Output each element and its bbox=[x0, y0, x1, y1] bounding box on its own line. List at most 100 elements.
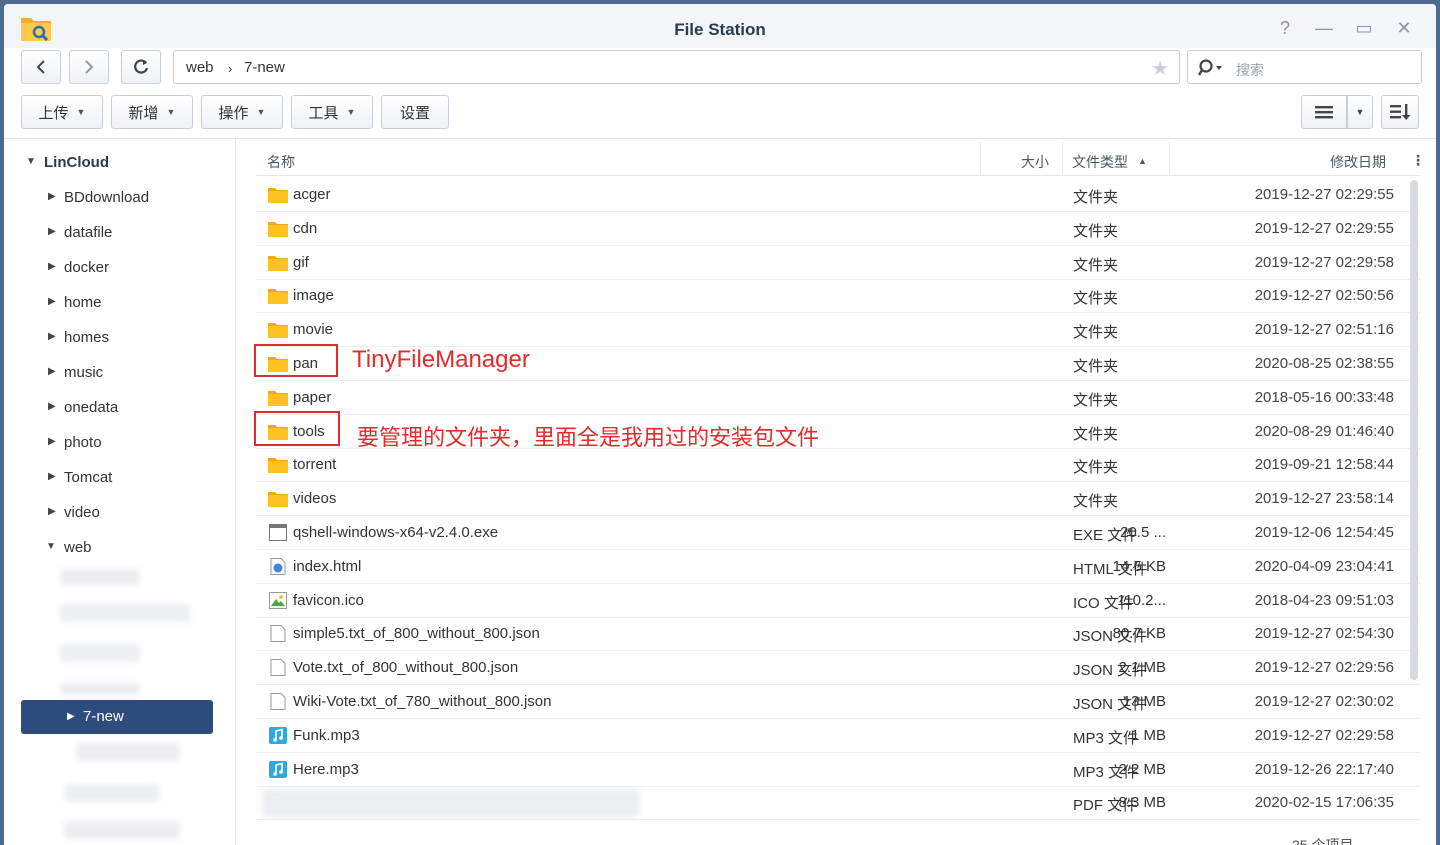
collapsed-arrow-icon[interactable]: ▶ bbox=[48, 436, 56, 447]
table-row[interactable]: Funk.mp3 1 MB MP3 文件 2019-12-27 02:29:58 bbox=[256, 719, 1420, 753]
file-type: ICO 文件 bbox=[1073, 594, 1134, 612]
breadcrumb-web[interactable]: web bbox=[186, 59, 214, 76]
view-mode-dropdown[interactable]: ▼ bbox=[1347, 95, 1373, 129]
expanded-arrow-icon[interactable]: ▼ bbox=[26, 156, 36, 167]
table-row[interactable]: Here.mp3 2.2 MB MP3 文件 2019-12-26 22:17:40 bbox=[256, 753, 1420, 787]
star-icon[interactable]: ★ bbox=[1151, 56, 1169, 81]
obscured-item bbox=[60, 644, 140, 662]
sort-ascending-icon: ▲ bbox=[1138, 156, 1147, 166]
table-row[interactable]: Vote.txt_of_800_without_800.json 2.1 MB JS… bbox=[256, 651, 1420, 686]
help-icon[interactable]: ? bbox=[1271, 16, 1299, 40]
file-modified-date: 2020-02-15 17:06:35 bbox=[1254, 794, 1394, 812]
sidebar-item-photo[interactable]: ▶ photo bbox=[4, 428, 236, 458]
column-header-name[interactable]: 名称 bbox=[267, 152, 295, 172]
sort-button[interactable] bbox=[1381, 95, 1419, 129]
collapsed-arrow-icon[interactable]: ▶ bbox=[48, 401, 56, 412]
expanded-arrow-icon[interactable]: ▼ bbox=[46, 541, 56, 552]
sort-icon bbox=[1390, 104, 1411, 120]
table-row[interactable]: Wiki-Vote.txt_of_780_without_800.json 13 … bbox=[256, 685, 1420, 719]
sidebar-item-tomcat[interactable]: ▶ Tomcat bbox=[4, 463, 236, 493]
sidebar-item-7-new[interactable]: ▶ 7-new bbox=[21, 700, 213, 734]
settings-button[interactable]: 设置 bbox=[381, 95, 449, 129]
tree-root-label: LinCloud bbox=[44, 154, 109, 171]
refresh-button[interactable] bbox=[121, 50, 161, 84]
minimize-icon[interactable]: — bbox=[1310, 16, 1338, 40]
collapsed-arrow-icon[interactable]: ▶ bbox=[67, 711, 75, 722]
close-icon[interactable]: ✕ bbox=[1390, 16, 1418, 40]
search-icon bbox=[1198, 59, 1222, 76]
file-name: gif bbox=[293, 253, 309, 271]
file-modified-date: 2019-12-27 02:54:30 bbox=[1254, 625, 1394, 643]
sidebar-item-datafile[interactable]: ▶ datafile bbox=[4, 218, 236, 248]
file-modified-date: 2019-12-27 02:29:56 bbox=[1254, 659, 1394, 677]
collapsed-arrow-icon[interactable]: ▶ bbox=[48, 471, 56, 482]
breadcrumb-7-new[interactable]: 7-new bbox=[244, 59, 285, 76]
collapsed-arrow-icon[interactable]: ▶ bbox=[48, 331, 56, 342]
action-button[interactable]: 操作 ▼ bbox=[201, 95, 283, 129]
tree-root-lincloud[interactable]: ▼ LinCloud bbox=[4, 148, 236, 178]
search-input[interactable]: 搜索 bbox=[1236, 60, 1264, 80]
table-row[interactable]: simple5.txt_of_800_without_800.json 80.7 … bbox=[256, 617, 1420, 652]
exe-icon bbox=[268, 524, 288, 541]
table-row[interactable]: torrent 文件夹 2019-09-21 12:58:44 bbox=[256, 448, 1420, 483]
table-row[interactable]: favicon.ico 110.2... ICO 文件 2018-04-23 09:5… bbox=[256, 584, 1420, 618]
file-name: Wiki-Vote.txt_of_780_without_800.json bbox=[293, 693, 552, 710]
search-box[interactable]: 搜索 bbox=[1187, 50, 1422, 84]
file-list-header: 名称 大小 文件类型 ▲ 修改日期 ⋮ bbox=[256, 142, 1425, 176]
file-type: JSON 文件 bbox=[1073, 662, 1148, 680]
file-name: simple5.txt_of_800_without_800.json bbox=[293, 625, 540, 643]
table-row[interactable]: paper 文件夹 2018-05-16 00:33:48 bbox=[256, 381, 1420, 415]
create-label: 新增 bbox=[128, 104, 159, 122]
sidebar-item-docker[interactable]: ▶ docker bbox=[4, 253, 236, 283]
sidebar-item-bddownload[interactable]: ▶ BDdownload bbox=[4, 183, 236, 213]
table-row[interactable]: image 文件夹 2019-12-27 02:50:56 bbox=[256, 279, 1420, 314]
table-row[interactable]: gif 文件夹 2019-12-27 02:29:58 bbox=[256, 246, 1420, 280]
column-header-size[interactable]: 大小 bbox=[1021, 152, 1049, 172]
folder-icon bbox=[268, 220, 288, 237]
column-header-modified[interactable]: 修改日期 bbox=[1330, 152, 1386, 172]
chevron-right-icon bbox=[85, 60, 94, 74]
table-row[interactable]: videos 文件夹 2019-12-27 23:58:14 bbox=[256, 482, 1420, 517]
table-row[interactable]: cdn 文件夹 2019-12-27 02:29:55 bbox=[256, 212, 1420, 246]
view-mode-button[interactable] bbox=[1301, 95, 1347, 129]
maximize-icon[interactable]: ▭ bbox=[1350, 16, 1378, 40]
collapsed-arrow-icon[interactable]: ▶ bbox=[48, 226, 56, 237]
annotation-tools-note: 要管理的文件夹，里面全是我用过的安装包文件 bbox=[357, 425, 820, 450]
table-row[interactable]: index.html 14.5 KB HTML 文件 2020-04-09 23:04… bbox=[256, 550, 1420, 584]
obscured-item bbox=[76, 743, 180, 761]
file-name: videos bbox=[293, 490, 337, 508]
column-header-type[interactable]: 文件类型 bbox=[1072, 152, 1128, 172]
scrollbar[interactable] bbox=[1410, 180, 1418, 680]
column-separator bbox=[980, 142, 981, 176]
path-bar[interactable]: web › 7-new ★ bbox=[173, 50, 1180, 84]
folder-icon bbox=[268, 254, 288, 271]
collapsed-arrow-icon[interactable]: ▶ bbox=[48, 506, 56, 517]
file-type: 文件夹 bbox=[1073, 391, 1119, 409]
forward-button[interactable] bbox=[69, 50, 109, 84]
collapsed-arrow-icon[interactable]: ▶ bbox=[48, 191, 56, 202]
obscured-item bbox=[60, 569, 140, 585]
collapsed-arrow-icon[interactable]: ▶ bbox=[48, 296, 56, 307]
table-row[interactable]: acger 文件夹 2019-12-27 02:29:55 bbox=[256, 178, 1420, 212]
collapsed-arrow-icon[interactable]: ▶ bbox=[48, 261, 56, 272]
upload-button[interactable]: 上传 ▼ bbox=[21, 95, 103, 129]
sidebar-item-music[interactable]: ▶ music bbox=[4, 358, 236, 388]
sidebar-item-web[interactable]: ▼ web bbox=[4, 533, 236, 563]
column-options-icon[interactable]: ⋮ bbox=[1411, 152, 1425, 169]
folder-icon bbox=[268, 186, 288, 203]
sidebar-item-homes[interactable]: ▶ homes bbox=[4, 323, 236, 353]
chevron-left-icon bbox=[36, 60, 45, 74]
sidebar-item-label: 7-new bbox=[83, 708, 124, 725]
create-button[interactable]: 新增 ▼ bbox=[111, 95, 193, 129]
table-row[interactable]: movie 文件夹 2019-12-27 02:51:16 bbox=[256, 313, 1420, 348]
file-list: 名称 大小 文件类型 ▲ 修改日期 ⋮ acger 文件夹 2019-12-27 0… bbox=[256, 142, 1425, 845]
table-row[interactable]: qshell-windows-x64-v2.4.0.exe 20.5 ... EXE… bbox=[256, 516, 1420, 550]
breadcrumb-separator-icon: › bbox=[228, 61, 233, 76]
sidebar-item-onedata[interactable]: ▶ onedata bbox=[4, 393, 236, 423]
tools-button[interactable]: 工具 ▼ bbox=[291, 95, 373, 129]
back-button[interactable] bbox=[21, 50, 61, 84]
sidebar-item-label: photo bbox=[64, 434, 102, 451]
collapsed-arrow-icon[interactable]: ▶ bbox=[48, 366, 56, 377]
sidebar-item-home[interactable]: ▶ home bbox=[4, 288, 236, 318]
sidebar-item-video[interactable]: ▶ video bbox=[4, 498, 236, 528]
